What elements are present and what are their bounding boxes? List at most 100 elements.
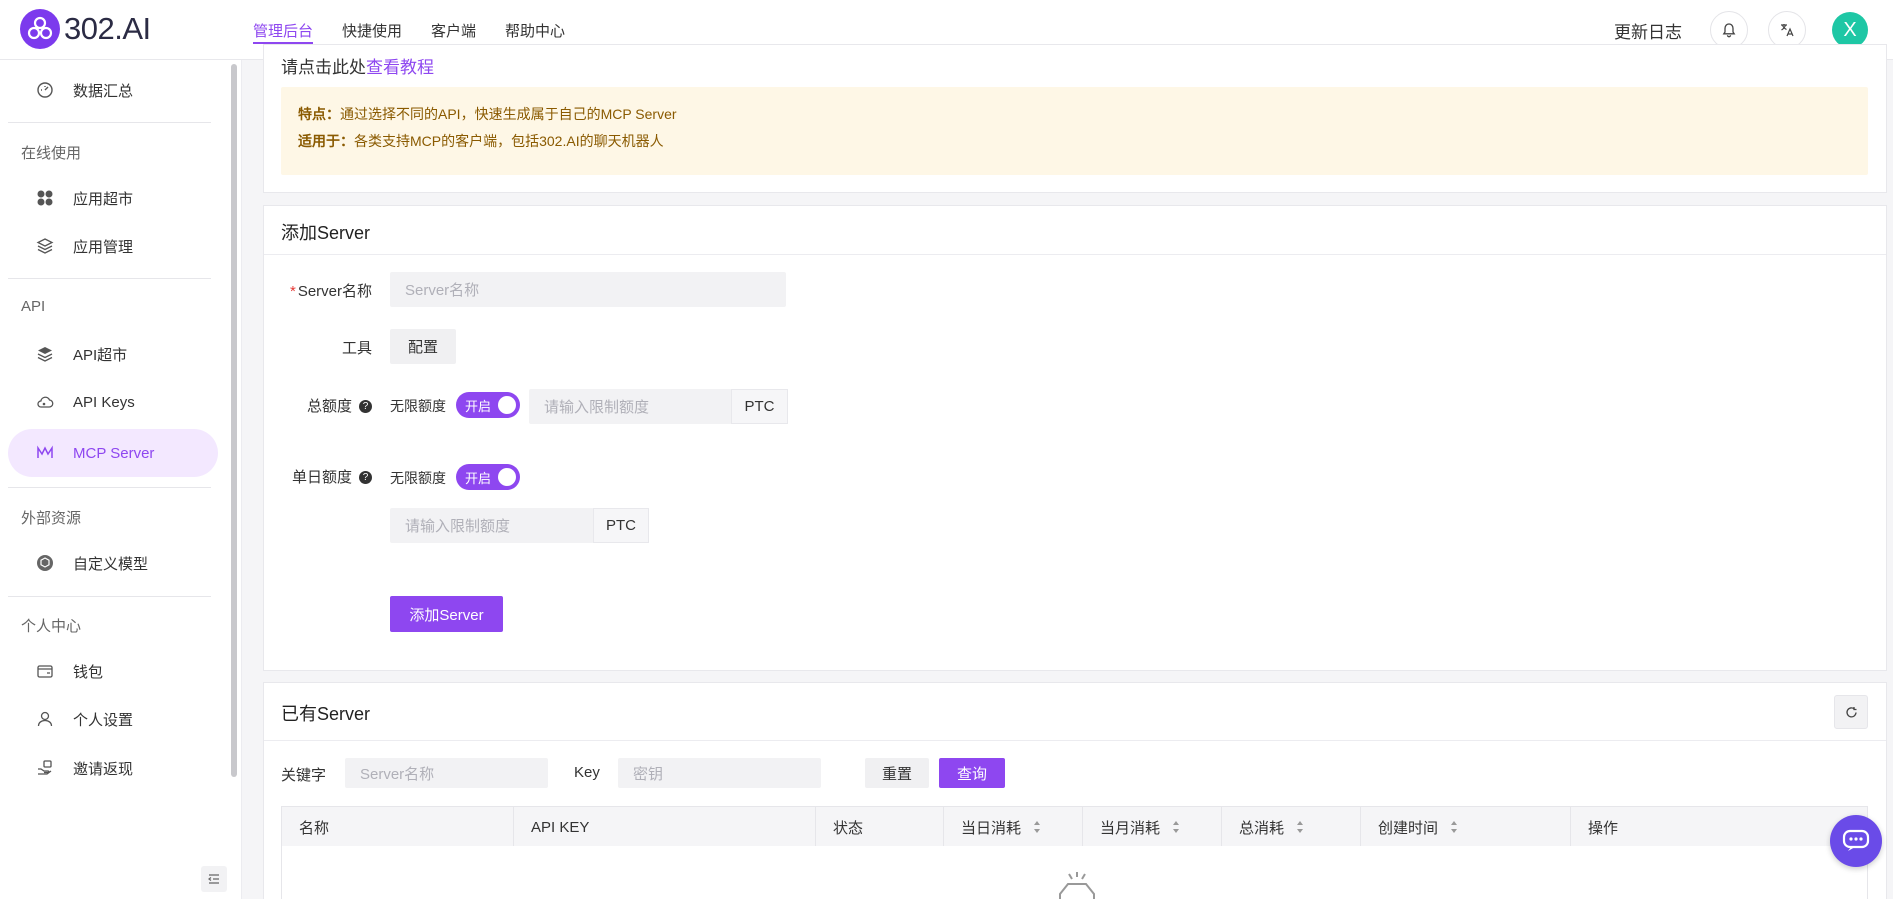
sidebar-item-label: API超市 [73,346,128,364]
applies-label: 适用于： [298,133,354,149]
total-quota-label: 总额度? [282,395,372,416]
sidebar-item-wallet[interactable]: 钱包 [8,647,218,695]
total-unlimited-label: 无限额度 [390,398,446,414]
cube-icon [36,554,54,572]
keyword-search-input[interactable]: Server名称 [345,758,548,788]
sidebar-item-invite[interactable]: 邀请返现 [8,744,218,792]
daily-unit-addon: PTC [593,508,649,543]
sidebar-item-label: 应用管理 [73,238,134,256]
sidebar-divider [8,487,211,488]
sidebar-item-mcp-server[interactable]: MCP Server [8,429,218,477]
help-icon[interactable]: ? [359,470,372,484]
sidebar-item-label: MCP Server [73,444,155,462]
total-unit-addon: PTC [731,389,788,424]
brand-name: 302.AI [64,11,151,46]
add-server-title: 添加Server [281,223,371,243]
dashboard-icon [36,81,54,99]
wallet-icon [36,662,54,680]
sort-icon[interactable] [1033,820,1041,834]
daily-quota-label: 单日额度? [282,466,372,487]
tutorial-prefix: 请点击此处 [281,58,366,77]
refresh-button[interactable] [1834,695,1868,729]
sidebar-group-api: API [21,298,46,315]
column-created-time[interactable]: 创建时间 [1361,807,1571,847]
changelog-link[interactable]: 更新日志 [1614,18,1682,43]
refresh-icon [1845,706,1857,717]
sidebar-item-app-market[interactable]: 应用超市 [8,174,218,222]
card-divider [264,740,1886,741]
brand-logo[interactable]: 302.AI [20,9,151,49]
key-label: Key [574,764,600,781]
feature-text: 通过选择不同的API，快速生成属于自己的MCP Server [340,106,677,122]
sidebar-divider [8,596,211,597]
sidebar-divider [8,122,211,123]
sidebar-item-settings[interactable]: 个人设置 [8,695,218,743]
servers-table-body [281,846,1868,899]
sidebar-item-dashboard[interactable]: 数据汇总 [8,66,218,114]
sidebar-group-personal: 个人中心 [21,618,82,635]
chat-bubble-icon [1842,829,1870,851]
daily-unlimited-label: 无限额度 [390,470,446,486]
sidebar-item-label: 个人设置 [73,711,134,729]
user-avatar[interactable]: X [1832,12,1868,48]
tools-label: 工具 [341,340,372,357]
sidebar-divider [8,278,211,279]
sidebar-item-custom-model[interactable]: 自定义模型 [8,539,218,587]
column-daily-usage[interactable]: 当日消耗 [944,807,1083,847]
logo-icon [20,9,60,49]
sidebar-item-label: 数据汇总 [73,82,134,100]
sidebar-item-api-keys[interactable]: API Keys [8,378,218,426]
server-name-label: * Server名称 [289,283,372,300]
cloud-key-icon [36,393,54,411]
daily-unlimited-toggle[interactable]: 开启 [456,464,520,490]
tutorial-line: 请点击此处查看教程 [281,53,434,78]
sidebar-item-api-market[interactable]: API超市 [8,330,218,378]
sidebar-collapse-button[interactable] [201,866,227,892]
sort-icon[interactable] [1450,820,1458,834]
add-server-button[interactable]: 添加Server [390,596,503,632]
apps-grid-icon [36,189,54,207]
feature-label: 特点： [298,106,340,122]
mcp-icon [36,444,54,462]
feature-notice: 特点：通过选择不同的API，快速生成属于自己的MCP Server 适用于：各类… [281,87,1868,175]
user-icon [36,710,54,728]
column-status: 状态 [816,807,944,847]
servers-table-header: 名称 API KEY 状态 当日消耗 当月消耗 总消耗 创建时间 操作 [281,806,1868,847]
bell-icon [1722,23,1736,38]
sidebar-item-label: 邀请返现 [73,760,134,778]
sidebar-item-label: 应用超市 [73,190,134,208]
reset-button[interactable]: 重置 [865,758,929,788]
sidebar: 数据汇总 在线使用 应用超市 应用管理 API API超市 API Keys M… [0,60,242,899]
sidebar-item-label: API Keys [73,393,135,411]
key-search-input[interactable]: 密钥 [618,758,821,788]
sidebar-group-online: 在线使用 [21,145,82,162]
tutorial-link[interactable]: 查看教程 [366,58,434,77]
total-unlimited-toggle[interactable]: 开启 [456,392,520,418]
keyword-label: 关键字 [281,767,327,784]
column-monthly-usage[interactable]: 当月消耗 [1083,807,1222,847]
gift-hand-icon [36,759,54,777]
stack-icon [36,345,54,363]
server-name-input[interactable]: Server名称 [390,272,786,307]
total-limit-input[interactable]: 请输入限制额度 [529,389,732,424]
sidebar-scrollbar[interactable] [231,64,237,777]
column-actions: 操作 [1588,819,1619,837]
configure-tools-button[interactable]: 配置 [390,329,456,364]
daily-limit-input[interactable]: 请输入限制额度 [390,508,594,543]
collapse-menu-icon [208,874,219,884]
sidebar-item-app-manage[interactable]: 应用管理 [8,222,218,270]
query-button[interactable]: 查询 [939,758,1005,788]
sidebar-group-external: 外部资源 [21,510,82,527]
translate-icon [1781,24,1794,37]
empty-state-icon [1059,872,1095,899]
column-api-key: API KEY [514,807,816,847]
chat-support-button[interactable] [1830,815,1882,867]
sort-icon[interactable] [1172,820,1180,834]
sidebar-item-label: 自定义模型 [73,555,149,573]
sort-icon[interactable] [1296,820,1304,834]
column-total-usage[interactable]: 总消耗 [1222,807,1361,847]
sidebar-item-label: 钱包 [73,663,104,681]
card-divider [264,254,1886,255]
help-icon[interactable]: ? [359,399,372,413]
existing-servers-title: 已有Server [281,704,371,724]
